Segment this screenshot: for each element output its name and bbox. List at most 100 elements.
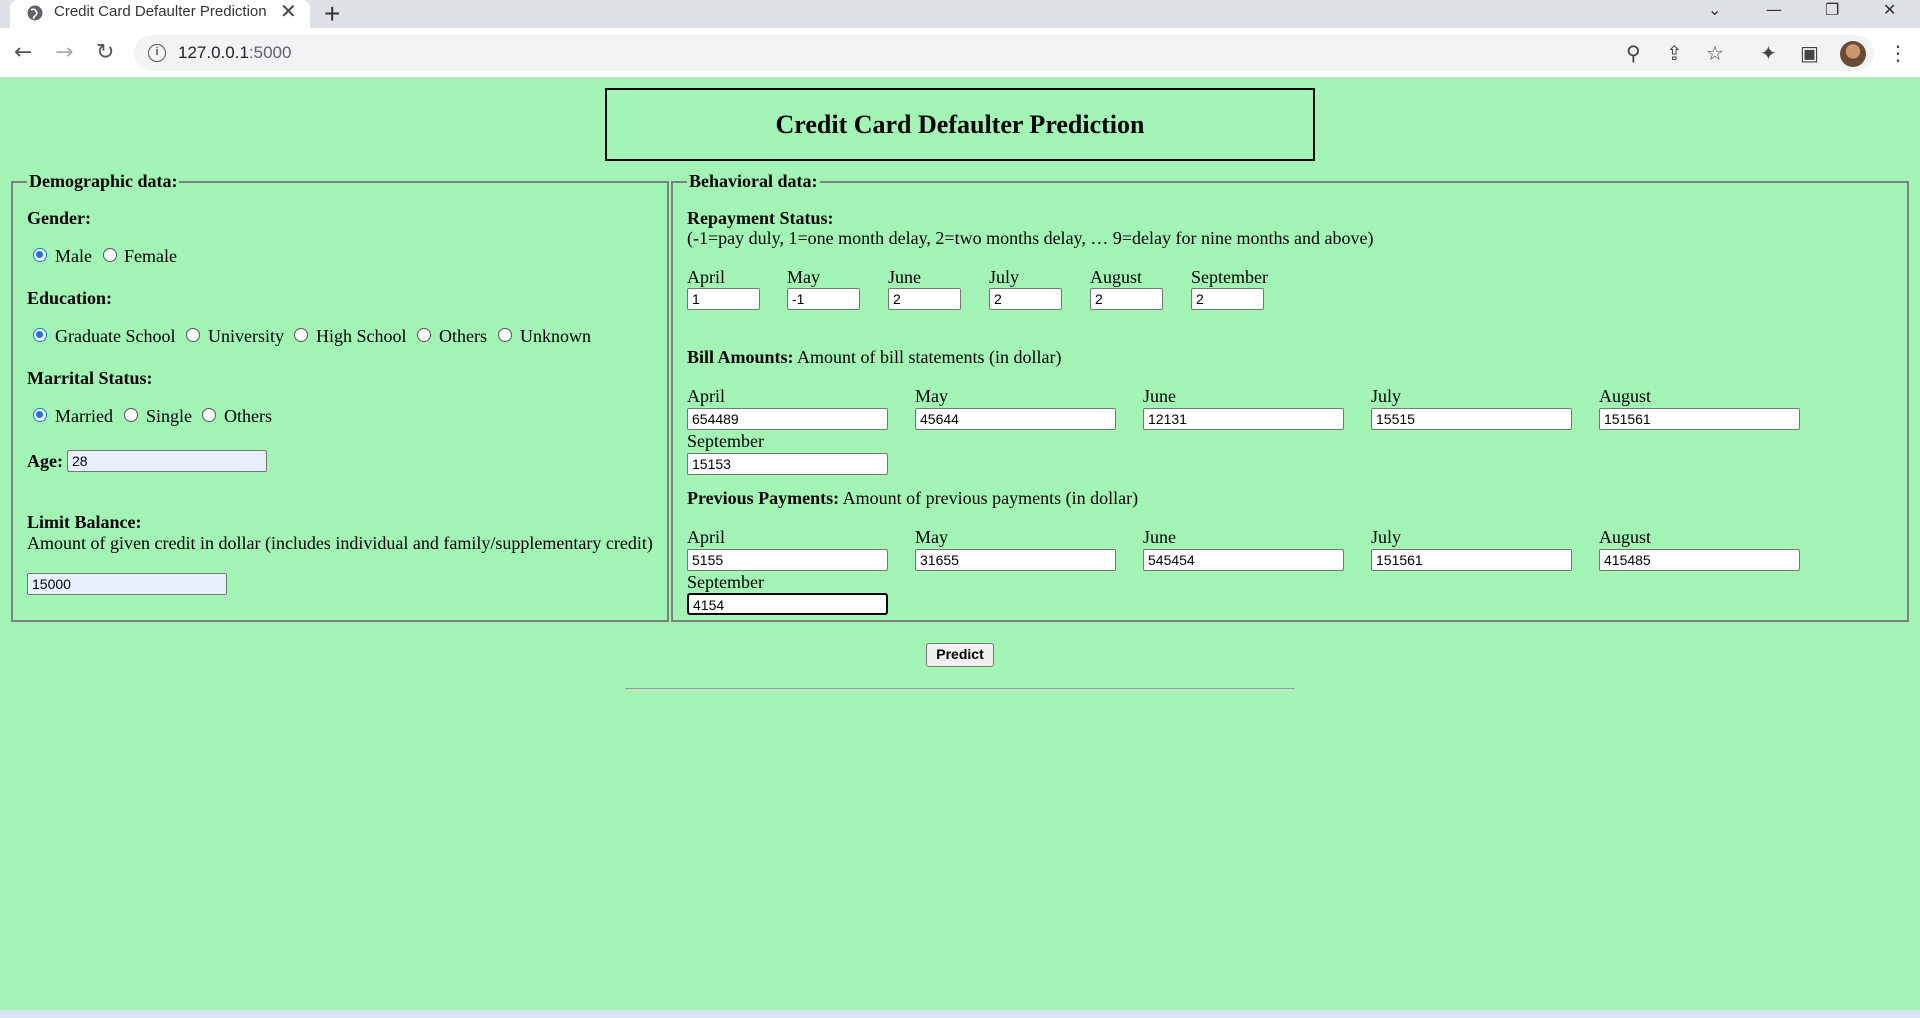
marital-married-radio[interactable] — [33, 408, 47, 422]
tab-close-icon[interactable]: ✕ — [280, 1, 297, 23]
star-icon[interactable]: ☆ — [1706, 41, 1724, 65]
education-university-radio[interactable] — [186, 328, 200, 342]
repayment-april-input[interactable]: 1 — [687, 288, 760, 310]
payments-month-label: May — [915, 527, 948, 547]
payments-month-label: April — [687, 527, 725, 547]
bill-month-label: April — [687, 386, 725, 406]
limit-balance-input[interactable]: 15000 — [27, 573, 227, 595]
education-unknown-label: Unknown — [520, 326, 591, 346]
repayment-may-input[interactable]: -1 — [787, 288, 860, 310]
extensions-icon[interactable]: ✦ — [1760, 41, 1777, 65]
bill-june-input[interactable]: 12131 — [1143, 408, 1344, 430]
divider — [625, 688, 1295, 691]
marital-single-label: Single — [146, 406, 193, 426]
marital-single-radio[interactable] — [124, 408, 138, 422]
repayment-august-input[interactable]: 2 — [1090, 288, 1163, 310]
marital-others-radio[interactable] — [202, 408, 216, 422]
marital-married-label: Married — [55, 406, 113, 426]
age-input[interactable]: 28 — [67, 450, 267, 472]
payments-month-label: August — [1599, 527, 1652, 547]
back-icon[interactable]: ← — [14, 40, 32, 66]
education-highschool-label: High School — [316, 326, 407, 346]
reload-icon[interactable]: ↻ — [96, 40, 114, 66]
payments-august-input[interactable]: 415485 — [1599, 549, 1800, 571]
bill-month-label: August — [1599, 386, 1652, 406]
repayment-july-input[interactable]: 2 — [989, 288, 1062, 310]
taskbar-edge — [0, 1010, 1920, 1018]
tab-strip: Credit Card Defaulter Prediction ✕ + ⌄ —… — [0, 0, 1920, 30]
repayment-june-input[interactable]: 2 — [888, 288, 961, 310]
payments-july-input[interactable]: 151561 — [1371, 549, 1572, 571]
address-bar[interactable]: i 127.0.0.1:5000 ⚲ ⇪ ☆ — [134, 35, 1874, 71]
demographic-fieldset: Demographic data: — [11, 171, 669, 622]
predict-button[interactable]: Predict — [926, 643, 994, 667]
repayment-month-label: May — [787, 267, 820, 287]
info-icon[interactable]: i — [148, 44, 166, 62]
repayment-month-label: June — [888, 267, 921, 287]
marital-label: Marrital Status: — [27, 368, 153, 388]
education-others-label: Others — [439, 326, 487, 346]
payments-heading: Previous Payments: Amount of previous pa… — [687, 488, 1138, 509]
payments-april-input[interactable]: 5155 — [687, 549, 888, 571]
bill-month-label: May — [915, 386, 948, 406]
repayment-month-label: July — [989, 267, 1020, 287]
page-title-box: Credit Card Defaulter Prediction — [605, 88, 1315, 161]
gender-label: Gender: — [27, 208, 91, 228]
close-window-icon[interactable]: ✕ — [1883, 0, 1896, 20]
repayment-month-label: April — [687, 267, 725, 287]
url-text: 127.0.0.1:5000 — [178, 43, 292, 62]
globe-icon — [27, 5, 43, 21]
payments-month-label: July — [1371, 527, 1402, 547]
education-graduate-radio[interactable] — [33, 328, 47, 342]
new-tab-button[interactable]: + — [324, 0, 340, 30]
forward-icon[interactable]: → — [55, 40, 73, 66]
browser-tab[interactable]: Credit Card Defaulter Prediction ✕ — [10, 0, 310, 28]
page-content: Credit Card Defaulter Prediction Demogra… — [0, 78, 1920, 1018]
gender-female-label: Female — [124, 246, 177, 266]
bill-label: Bill Amounts: — [687, 347, 794, 367]
zoom-icon[interactable]: ⚲ — [1626, 41, 1641, 65]
payments-may-input[interactable]: 31655 — [915, 549, 1116, 571]
payments-label: Previous Payments: — [687, 488, 840, 508]
bill-heading: Bill Amounts: Amount of bill statements … — [687, 347, 1062, 368]
behavioral-legend: Behavioral data: — [689, 171, 818, 191]
page-title: Credit Card Defaulter Prediction — [775, 110, 1145, 139]
repayment-september-input[interactable]: 2 — [1191, 288, 1264, 310]
browser-toolbar: ← → ↻ i 127.0.0.1:5000 ⚲ ⇪ ☆ ✦ ▣ ⋮ — [0, 28, 1920, 78]
bill-july-input[interactable]: 15515 — [1371, 408, 1572, 430]
restore-icon[interactable]: ❐ — [1825, 0, 1839, 20]
bill-september-input[interactable]: 15153 — [687, 453, 888, 475]
menu-icon[interactable]: ⋮ — [1888, 41, 1908, 65]
education-unknown-radio[interactable] — [498, 328, 512, 342]
demographic-legend: Demographic data: — [29, 171, 178, 191]
tab-title: Credit Card Defaulter Prediction — [54, 3, 267, 20]
avatar[interactable] — [1840, 41, 1866, 67]
education-graduate-label: Graduate School — [55, 326, 176, 346]
gender-male-label: Male — [55, 246, 92, 266]
education-label: Education: — [27, 288, 113, 308]
gender-female-radio[interactable] — [103, 248, 117, 262]
tab-search-icon[interactable]: ⌄ — [1708, 0, 1721, 20]
share-icon[interactable]: ⇪ — [1666, 41, 1683, 65]
bill-month-label: September — [687, 431, 764, 451]
minimize-icon[interactable]: — — [1766, 0, 1782, 20]
payments-september-input[interactable]: 4154 — [687, 593, 888, 615]
limit-balance-description: Amount of given credit in dollar (includ… — [27, 533, 653, 553]
payments-description: Amount of previous payments (in dollar) — [842, 488, 1139, 508]
sidepanel-icon[interactable]: ▣ — [1800, 41, 1819, 65]
payments-june-input[interactable]: 545454 — [1143, 549, 1344, 571]
education-university-label: University — [208, 326, 284, 346]
bill-month-label: July — [1371, 386, 1402, 406]
limit-balance-label: Limit Balance: — [27, 512, 142, 532]
bill-may-input[interactable]: 45644 — [915, 408, 1116, 430]
bill-august-input[interactable]: 151561 — [1599, 408, 1800, 430]
payments-month-label: June — [1143, 527, 1176, 547]
payments-month-label: September — [687, 572, 764, 592]
education-others-radio[interactable] — [417, 328, 431, 342]
repayment-month-label: August — [1090, 267, 1143, 287]
bill-description: Amount of bill statements (in dollar) — [797, 347, 1062, 367]
gender-male-radio[interactable] — [33, 248, 47, 262]
education-highschool-radio[interactable] — [294, 328, 308, 342]
age-label: Age: — [27, 451, 63, 471]
bill-april-input[interactable]: 654489 — [687, 408, 888, 430]
